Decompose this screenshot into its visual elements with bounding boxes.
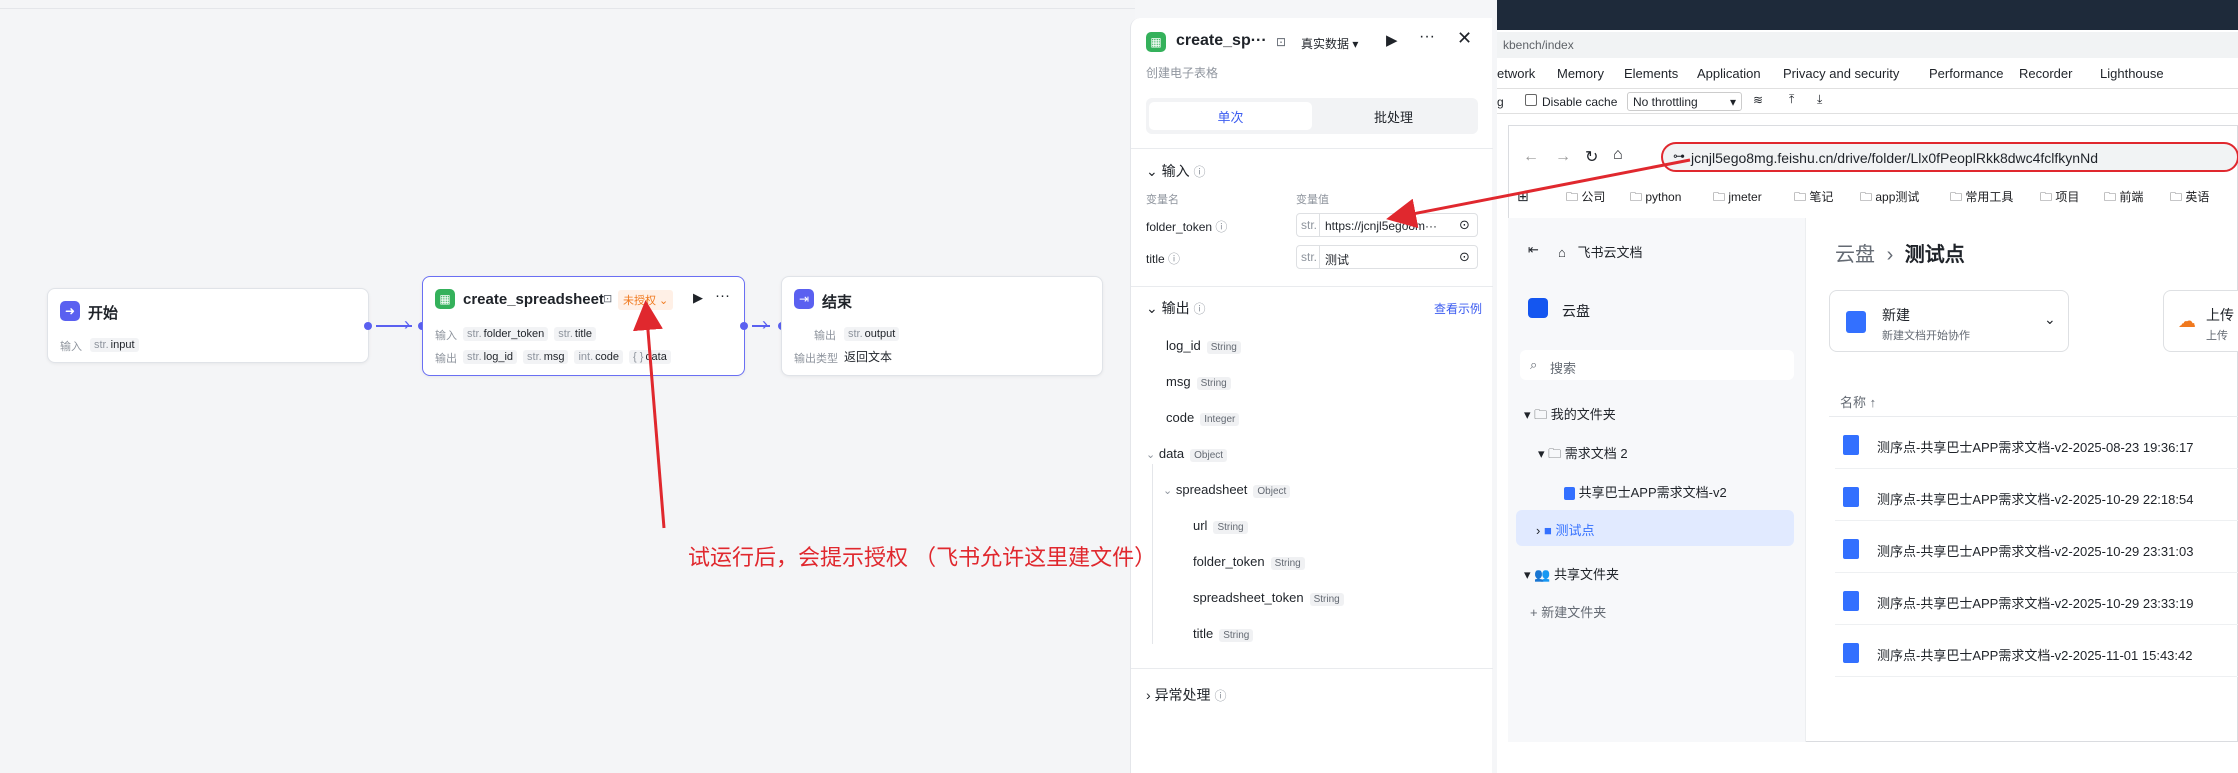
annotation-arrow-url: [1386, 158, 1691, 229]
annotation-arrow-up: [632, 300, 666, 529]
annotation-text: 试运行后，会提示授权 （飞书允许这里建文件）: [688, 545, 1157, 570]
annotation-arrows: [632, 158, 1691, 529]
